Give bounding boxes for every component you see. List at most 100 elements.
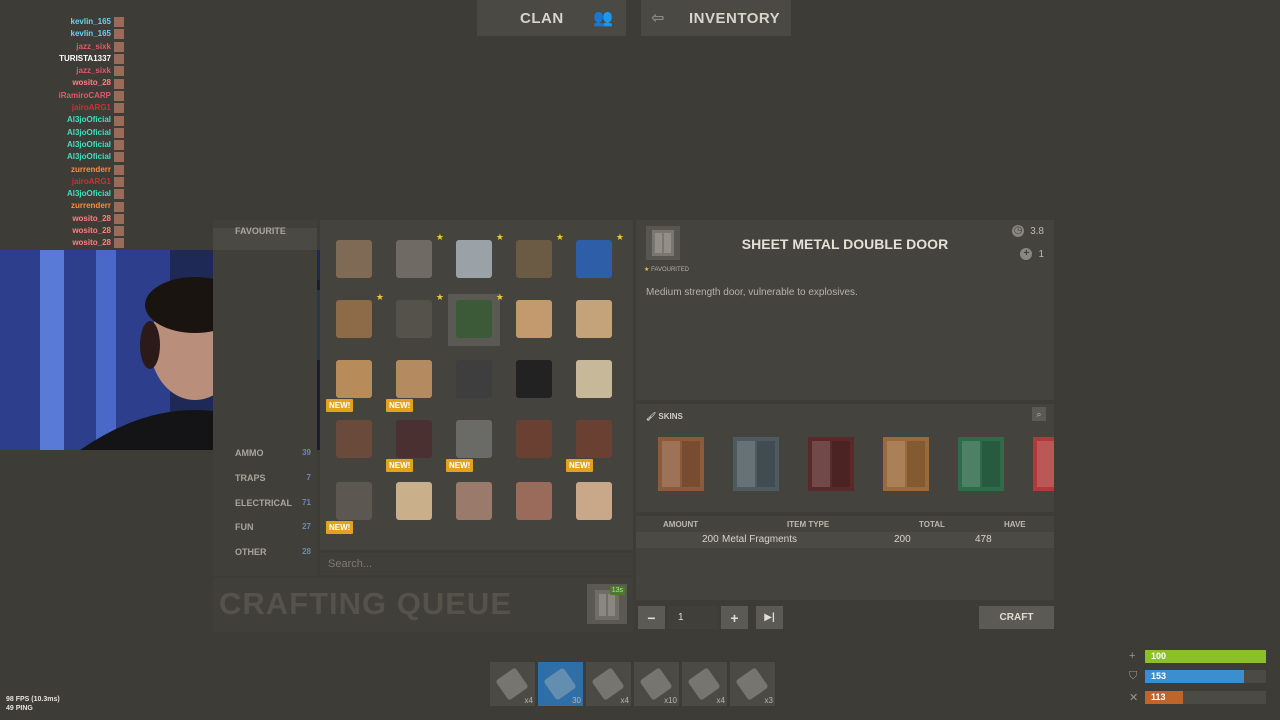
grid-item[interactable]: ★ (568, 232, 624, 286)
grid-item[interactable]: NEW! (326, 354, 380, 412)
grid-item[interactable]: NEW! (446, 414, 500, 472)
chat-avatar-icon (114, 238, 124, 249)
chat-avatar-icon (114, 17, 124, 28)
ramp-icon (336, 360, 372, 398)
header-amount: AMOUNT (663, 520, 699, 529)
category-ammo[interactable]: AMMO 39 (213, 448, 317, 458)
grid-item[interactable] (328, 234, 380, 286)
hotbar-count: x3 (764, 696, 773, 705)
shelf-icon (336, 420, 372, 458)
grid-item[interactable] (568, 476, 620, 528)
category-favourite[interactable]: FAVOURITE (213, 227, 317, 250)
grid-item[interactable] (508, 414, 560, 466)
status-value: 100 (1151, 651, 1167, 661)
skin-painted-door-icon[interactable] (879, 435, 933, 493)
chat-username: jazz_sixk (76, 66, 111, 76)
hotbar-slot[interactable]: x4 (586, 662, 631, 706)
chat-line: Al3joOficial (0, 139, 140, 151)
clan-button[interactable]: CLAN 👥 (477, 0, 626, 36)
plus-circle-icon: + (1020, 248, 1033, 260)
chat-avatar-icon (114, 189, 124, 200)
queue-time-badge: 13s (609, 586, 625, 595)
max-button[interactable]: ▶| (756, 606, 783, 629)
grid-item[interactable] (448, 476, 500, 528)
decrease-button[interactable]: − (638, 606, 665, 629)
hotbar-slot[interactable]: x4 (490, 662, 535, 706)
food-icon: ✕ (1129, 692, 1139, 704)
chat-avatar-icon (114, 66, 124, 77)
grid-item[interactable] (568, 354, 620, 406)
chat-avatar-icon (114, 78, 124, 89)
skin-rusty-door-icon[interactable] (654, 435, 708, 493)
new-tag: NEW! (326, 521, 354, 534)
category-fun[interactable]: FUN 27 (213, 522, 317, 532)
row-amount: 200 (702, 534, 719, 545)
stream-chat: kevlin_165 kevlin_165 jazz_sixk TURISTA1337… (0, 16, 140, 250)
chat-avatar-icon (114, 90, 124, 101)
status-value: 113 (1151, 692, 1166, 702)
grid-item[interactable]: ★ (508, 232, 564, 286)
chat-line: kevlin_165 (0, 16, 140, 28)
hotbar-slot[interactable]: x10 (634, 662, 679, 706)
search-icon[interactable]: ⌕ (1032, 407, 1046, 421)
exit-icon: ⇦ (651, 10, 665, 27)
category-label: FUN (235, 522, 254, 532)
favourite-star-icon: ★ (435, 292, 444, 302)
grid-item[interactable] (508, 294, 560, 346)
chat-line: zurrenderr (0, 200, 140, 212)
grid-item[interactable]: ★ (388, 232, 444, 286)
item-grid: ★ ★ ★ ★ ★ ★ ★ NEW! NEW! NEW! NEW! NEW! NEW! (320, 220, 633, 550)
grid-item[interactable]: ★ (328, 292, 384, 346)
category-other[interactable]: OTHER 28 (213, 547, 317, 557)
favourited-label: ★ FAVOURITED (644, 267, 689, 273)
skin-colorful-door-icon[interactable] (1029, 435, 1054, 493)
chat-username: jairoARG1 (71, 176, 111, 186)
grid-item[interactable] (508, 354, 560, 406)
workbench-icon (456, 420, 492, 458)
skin-green-door-icon[interactable] (954, 435, 1008, 493)
quantity-input[interactable]: 1 (668, 606, 718, 629)
crafting-queue-title: CRAFTING QUEUE (219, 586, 512, 621)
grid-item[interactable] (508, 476, 560, 528)
craft-button[interactable]: CRAFT (979, 606, 1054, 629)
grid-item[interactable]: NEW! (386, 414, 440, 472)
grid-item[interactable] (328, 414, 380, 466)
chat-avatar-icon (114, 201, 124, 212)
chat-line: wosito_28 (0, 237, 140, 249)
chat-line: Al3joOficial (0, 151, 140, 163)
garage-frame-icon (396, 240, 432, 278)
chat-line: wosito_28 (0, 77, 140, 89)
chat-username: Al3joOficial (66, 115, 111, 125)
category-electrical[interactable]: ELECTRICAL 71 (213, 498, 317, 508)
new-tag: NEW! (566, 459, 594, 472)
grid-item[interactable]: ★ (448, 232, 504, 286)
grid-item[interactable]: NEW! (566, 414, 620, 472)
category-label: TRAPS (235, 473, 266, 483)
inventory-button[interactable]: ⇦ INVENTORY (641, 0, 791, 36)
search-input[interactable]: Search... (320, 553, 633, 575)
grid-item[interactable] (568, 294, 620, 346)
grid-item[interactable]: NEW! (326, 476, 380, 534)
grid-item[interactable] (448, 354, 500, 406)
category-count: 71 (302, 498, 311, 507)
skin-monster-door-icon[interactable] (729, 435, 783, 493)
water-icon: ⛉ (1129, 670, 1138, 682)
hotbar-slot[interactable]: x3 (730, 662, 775, 706)
grid-item[interactable]: ★ (448, 292, 504, 346)
grid-item[interactable]: ★ (388, 292, 444, 346)
chat-username: jairoARG1 (71, 103, 111, 113)
new-tag: NEW! (386, 459, 414, 472)
chat-username: kevlin_165 (70, 29, 111, 39)
hotbar-count: x4 (716, 696, 725, 705)
category-traps[interactable]: TRAPS 7 (213, 473, 317, 483)
grid-item[interactable]: NEW! (386, 354, 440, 412)
grid-item[interactable] (388, 476, 440, 528)
chat-username: wosito_28 (72, 78, 111, 88)
metal-barricade-icon (456, 482, 492, 520)
triangle-ramp-icon (396, 360, 432, 398)
skin-red-eyes-door-icon[interactable] (804, 435, 858, 493)
increase-button[interactable]: + (721, 606, 748, 629)
hotbar-slot[interactable]: x4 (682, 662, 727, 706)
status-track: 153 (1145, 670, 1266, 683)
hotbar-slot[interactable]: 30 (538, 662, 583, 706)
